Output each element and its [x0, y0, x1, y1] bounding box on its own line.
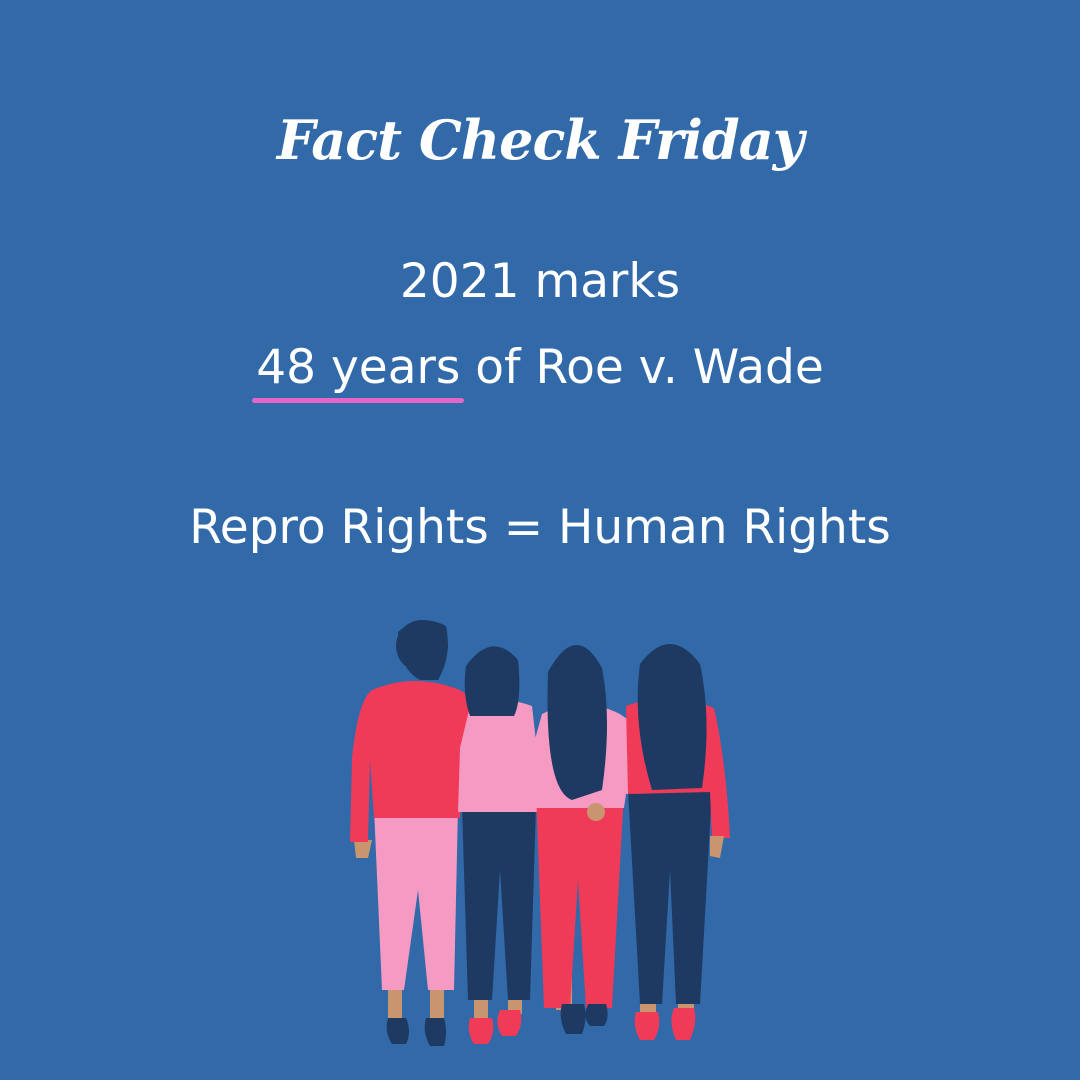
- four-women-embracing-illustration: [350, 620, 730, 1046]
- highlighted-years: 48 years: [252, 340, 465, 403]
- headline-line-2-rest: of Roe v. Wade: [460, 340, 824, 395]
- woman-4-long-hair: [626, 644, 730, 1040]
- poster: Fact Check Friday 2021 marks 48 years of…: [0, 0, 1080, 1080]
- headline-line-2: 48 years of Roe v. Wade: [0, 340, 1080, 403]
- poster-title: Fact Check Friday: [276, 108, 804, 172]
- woman-2-long-hair: [458, 646, 544, 1044]
- slogan: Repro Rights = Human Rights: [189, 500, 891, 555]
- headline-line-1: 2021 marks: [399, 254, 681, 309]
